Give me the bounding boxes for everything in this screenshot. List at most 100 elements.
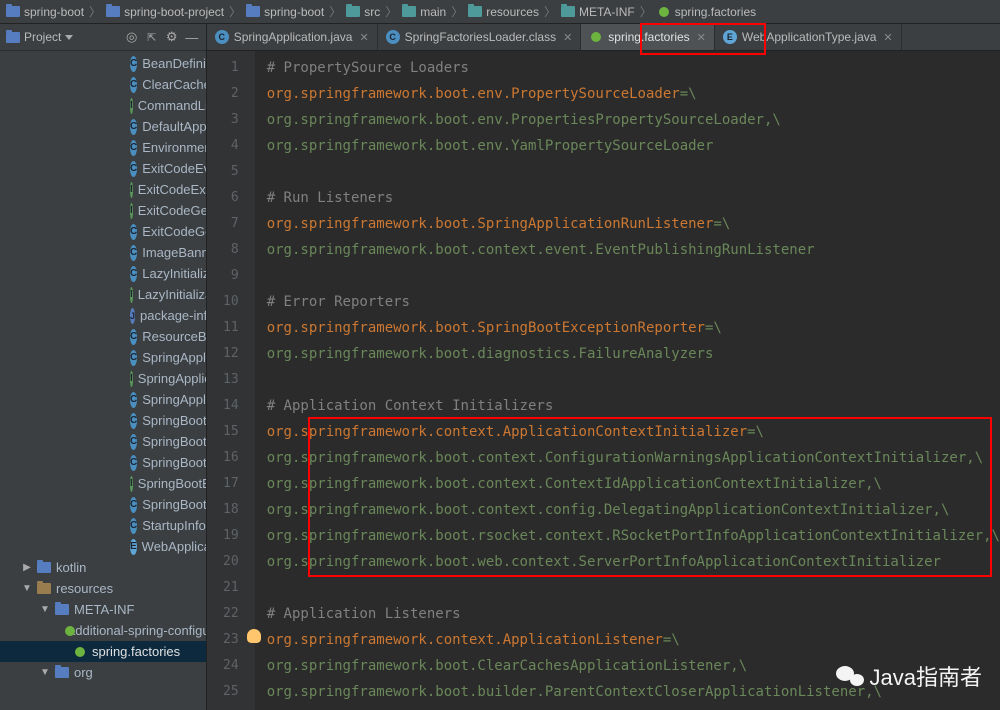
tree-file-item[interactable]: CBeanDefinitionLo bbox=[0, 53, 206, 74]
tree-item-label: additional-spring-configu bbox=[68, 623, 206, 638]
tree-file-item[interactable]: ISpringApplication bbox=[0, 368, 206, 389]
tree-file-item[interactable]: CExitCodeEvent bbox=[0, 158, 206, 179]
intention-bulb-icon[interactable] bbox=[247, 629, 261, 643]
tree-file-item[interactable]: IExitCodeExceptio bbox=[0, 179, 206, 200]
tree-file-item[interactable]: CSpringBootConfig bbox=[0, 431, 206, 452]
code-line[interactable]: org.springframework.boot.SpringApplicati… bbox=[267, 211, 1000, 237]
code-line[interactable]: org.springframework.boot.context.event.E… bbox=[267, 237, 1000, 263]
tree-item-label: CommandLineRu bbox=[138, 98, 206, 113]
tree-file-item[interactable]: CResourceBanner bbox=[0, 326, 206, 347]
tree-item-label: SpringBootExcep bbox=[142, 455, 205, 470]
tree-item-label: ExitCodeExceptio bbox=[138, 182, 206, 197]
editor-tab[interactable]: spring.factories✕ bbox=[581, 24, 715, 50]
tree-file-item[interactable]: ISpringBootExcep bbox=[0, 473, 206, 494]
tree-folder-item[interactable]: spring.factories bbox=[0, 641, 206, 662]
editor-tab[interactable]: CSpringFactoriesLoader.class✕ bbox=[378, 24, 582, 50]
line-number: 24 bbox=[207, 653, 255, 679]
tree-item-label: SpringBootConfig bbox=[142, 434, 205, 449]
close-tab-icon[interactable]: ✕ bbox=[697, 31, 706, 44]
editor-tab[interactable]: CSpringApplication.java✕ bbox=[207, 24, 378, 50]
tree-folder-item[interactable]: additional-spring-configu bbox=[0, 620, 206, 641]
editor-tabs: CSpringApplication.java✕CSpringFactories… bbox=[207, 24, 1000, 51]
code-line[interactable]: org.springframework.boot.context.Configu… bbox=[267, 445, 1000, 471]
code-content[interactable]: # PropertySource Loadersorg.springframew… bbox=[255, 51, 1000, 710]
breadcrumb-item[interactable]: resources bbox=[468, 5, 539, 19]
breadcrumb-item[interactable]: spring-boot bbox=[6, 5, 84, 19]
expand-chevron-icon[interactable]: ▼ bbox=[40, 667, 50, 678]
code-line[interactable] bbox=[267, 159, 1000, 185]
code-line[interactable]: org.springframework.boot.rsocket.context… bbox=[267, 523, 1000, 549]
breadcrumb-item[interactable]: spring-boot bbox=[246, 5, 324, 19]
project-tree[interactable]: CBeanDefinitionLoCClearCachesApplicIComm… bbox=[0, 51, 206, 710]
breadcrumb-item[interactable]: META-INF bbox=[561, 5, 635, 19]
code-line[interactable]: # Application Context Initializers bbox=[267, 393, 1000, 419]
close-tab-icon[interactable]: ✕ bbox=[563, 31, 572, 44]
code-line[interactable]: org.springframework.boot.context.Context… bbox=[267, 471, 1000, 497]
line-number: 18 bbox=[207, 497, 255, 523]
collapse-all-icon[interactable] bbox=[144, 29, 160, 45]
breadcrumb-item[interactable]: spring-boot-project bbox=[106, 5, 224, 19]
tree-file-item[interactable]: CSpringBootExcep bbox=[0, 452, 206, 473]
project-view-selector[interactable]: Project bbox=[6, 30, 73, 44]
tree-folder-item[interactable]: ▶kotlin bbox=[0, 557, 206, 578]
tree-folder-item[interactable]: ▼META-INF bbox=[0, 599, 206, 620]
tree-file-item[interactable]: CSpringApplication bbox=[0, 389, 206, 410]
tree-file-item[interactable]: CSpringBootVersio bbox=[0, 494, 206, 515]
expand-chevron-icon[interactable]: ▼ bbox=[22, 583, 32, 594]
close-tab-icon[interactable]: ✕ bbox=[359, 31, 368, 44]
class-icon: C bbox=[215, 30, 229, 44]
code-line[interactable] bbox=[267, 575, 1000, 601]
tree-file-item[interactable]: CEnvironmentCon bbox=[0, 137, 206, 158]
code-line[interactable]: # Run Listeners bbox=[267, 185, 1000, 211]
line-number: 25 bbox=[207, 679, 255, 705]
breadcrumb-item[interactable]: src bbox=[346, 5, 380, 19]
code-line[interactable]: org.springframework.boot.SpringBootExcep… bbox=[267, 315, 1000, 341]
interface-icon: I bbox=[130, 476, 133, 492]
tree-file-item[interactable]: CSpringApplication bbox=[0, 347, 206, 368]
folder-icon bbox=[106, 6, 120, 17]
folder-icon bbox=[402, 6, 416, 17]
tree-file-item[interactable]: CStartupInfoLogge bbox=[0, 515, 206, 536]
code-line[interactable]: org.springframework.boot.env.YamlPropert… bbox=[267, 133, 1000, 159]
tree-file-item[interactable]: EWebApplicationTy bbox=[0, 536, 206, 557]
code-line[interactable]: # Error Reporters bbox=[267, 289, 1000, 315]
tree-file-item[interactable]: CSpringBootBanne bbox=[0, 410, 206, 431]
breadcrumb-item[interactable]: spring.factories bbox=[657, 5, 756, 19]
tree-file-item[interactable]: CImageBanner bbox=[0, 242, 206, 263]
select-opened-file-icon[interactable] bbox=[124, 29, 140, 45]
code-line[interactable]: org.springframework.boot.web.context.Ser… bbox=[267, 549, 1000, 575]
tree-file-item[interactable]: ILazyInitializationE bbox=[0, 284, 206, 305]
code-line[interactable] bbox=[267, 367, 1000, 393]
tree-item-label: ExitCodeGenerato bbox=[138, 203, 206, 218]
code-line[interactable]: # PropertySource Loaders bbox=[267, 55, 1000, 81]
tree-file-item[interactable]: Jpackage-info.java bbox=[0, 305, 206, 326]
expand-chevron-icon[interactable]: ▼ bbox=[40, 604, 50, 615]
breadcrumb-item[interactable]: main bbox=[402, 5, 446, 19]
code-line[interactable]: org.springframework.context.ApplicationL… bbox=[267, 627, 1000, 653]
folder-icon bbox=[6, 32, 20, 43]
tree-folder-item[interactable]: ▼org bbox=[0, 662, 206, 683]
code-line[interactable]: # Application Listeners bbox=[267, 601, 1000, 627]
tree-file-item[interactable]: CLazyInitializationB bbox=[0, 263, 206, 284]
hide-panel-icon[interactable] bbox=[184, 29, 200, 45]
code-line[interactable]: org.springframework.boot.env.PropertySou… bbox=[267, 81, 1000, 107]
class-icon: C bbox=[130, 266, 137, 282]
gear-icon[interactable] bbox=[164, 29, 180, 45]
line-number: 6 bbox=[207, 185, 255, 211]
code-line[interactable]: org.springframework.context.ApplicationC… bbox=[267, 419, 1000, 445]
close-tab-icon[interactable]: ✕ bbox=[883, 31, 892, 44]
tree-item-label: resources bbox=[56, 581, 113, 596]
editor-area: CSpringApplication.java✕CSpringFactories… bbox=[207, 24, 1000, 710]
tree-file-item[interactable]: IExitCodeGenerato bbox=[0, 200, 206, 221]
tree-folder-item[interactable]: ▼ resources bbox=[0, 578, 206, 599]
code-line[interactable]: org.springframework.boot.context.config.… bbox=[267, 497, 1000, 523]
editor-tab[interactable]: EWebApplicationType.java✕ bbox=[715, 24, 902, 50]
tree-file-item[interactable]: CExitCodeGenerato bbox=[0, 221, 206, 242]
expand-chevron-icon[interactable]: ▶ bbox=[22, 562, 32, 573]
tree-file-item[interactable]: CDefaultApplication bbox=[0, 116, 206, 137]
code-line[interactable]: org.springframework.boot.env.PropertiesP… bbox=[267, 107, 1000, 133]
code-line[interactable]: org.springframework.boot.diagnostics.Fai… bbox=[267, 341, 1000, 367]
tree-file-item[interactable]: ICommandLineRu bbox=[0, 95, 206, 116]
code-line[interactable] bbox=[267, 263, 1000, 289]
tree-file-item[interactable]: CClearCachesApplic bbox=[0, 74, 206, 95]
